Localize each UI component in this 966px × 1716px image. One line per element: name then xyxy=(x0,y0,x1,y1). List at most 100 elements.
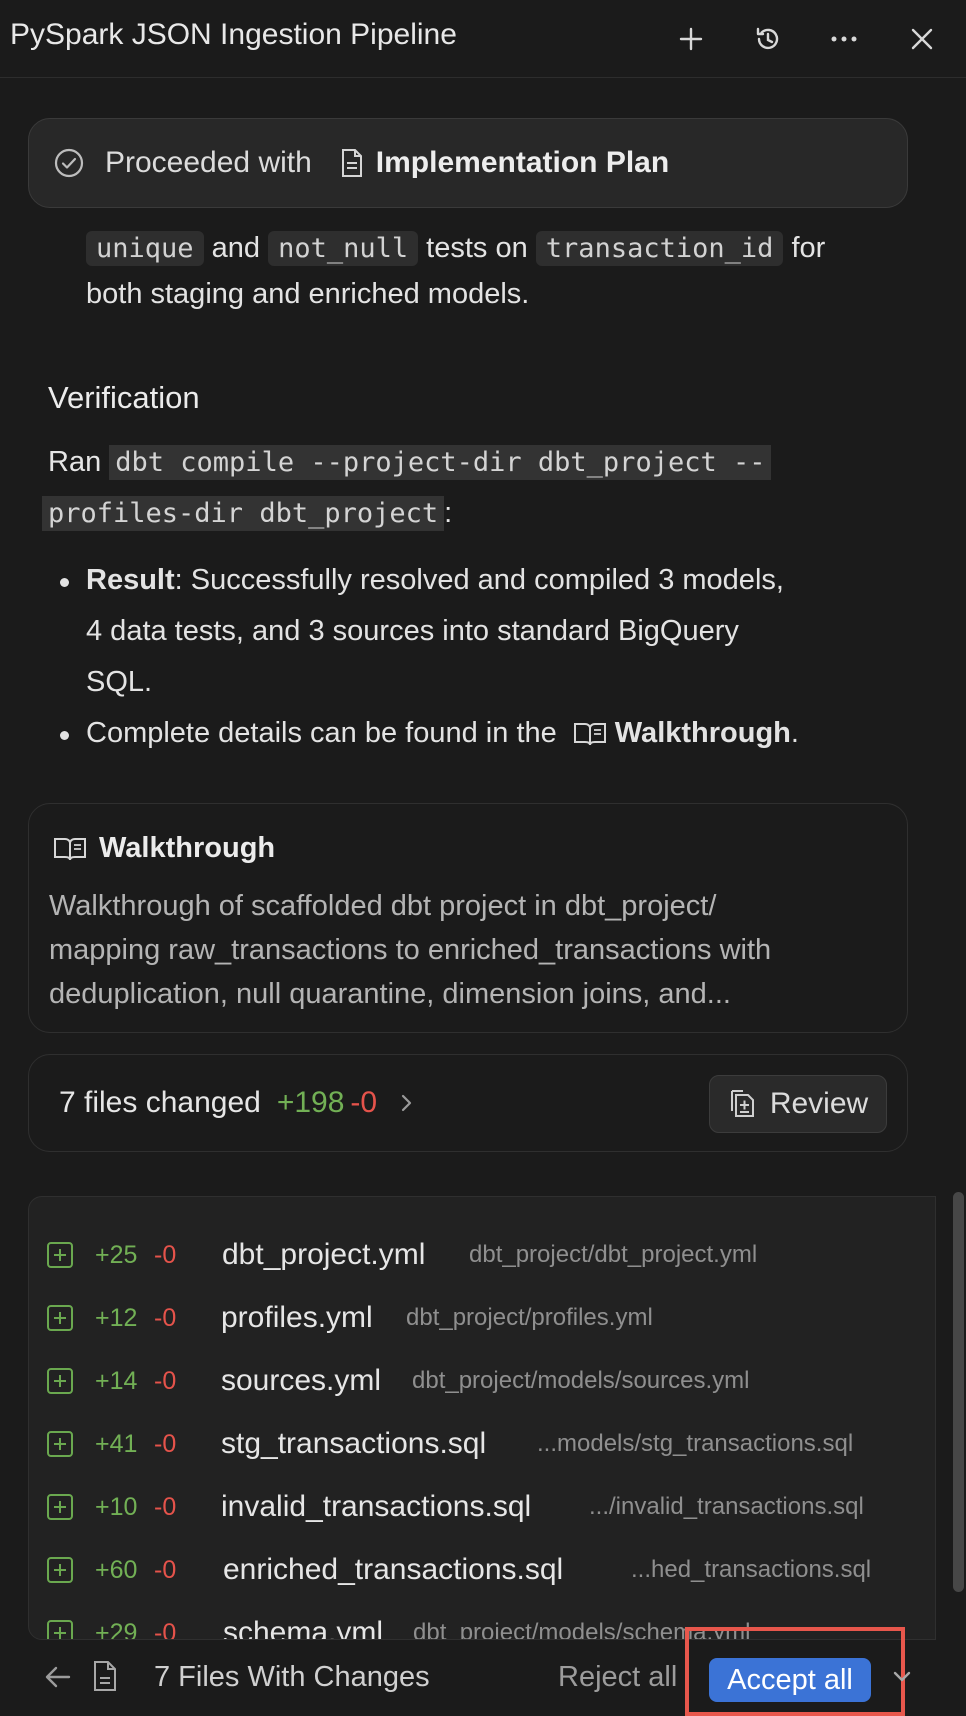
inline-code: not_null xyxy=(268,231,419,266)
reject-all-button[interactable]: Reject all xyxy=(558,1661,677,1694)
check-circle-icon xyxy=(53,147,85,179)
file-lines-added: +12 xyxy=(95,1303,138,1332)
file-path: dbt_project/dbt_project.yml xyxy=(469,1241,758,1268)
files-changed-bar: 7 files changed +198 -0 Review xyxy=(28,1054,908,1152)
scrollbar-thumb[interactable] xyxy=(953,1192,964,1592)
file-row[interactable]: +10 -0 invalid_transactions.sql .../inva… xyxy=(29,1482,935,1532)
walkthrough-card-header: Walkthrough xyxy=(53,832,275,865)
result-line-2: 4 data tests, and 3 sources into standar… xyxy=(86,615,739,647)
proceeded-text: Proceeded with xyxy=(105,146,312,179)
proceeded-with-banner: Proceeded with Implementation Plan xyxy=(28,118,908,208)
file-lines-removed: -0 xyxy=(154,1366,177,1395)
file-name: profiles.yml xyxy=(221,1301,373,1334)
lines-added: +198 xyxy=(276,1086,345,1119)
title-bar: PySpark JSON Ingestion Pipeline xyxy=(0,0,966,78)
file-added-icon xyxy=(47,1494,73,1520)
more-horizontal-icon[interactable] xyxy=(825,20,863,58)
walkthrough-description: mapping raw_transactions to enriched_tra… xyxy=(49,934,772,966)
tests-description-line2: both staging and enriched models. xyxy=(86,278,530,310)
command-code: profiles-dir dbt_project xyxy=(42,496,445,531)
files-changed-summary[interactable]: 7 files changed +198 -0 xyxy=(59,1086,413,1120)
review-button[interactable]: Review xyxy=(709,1075,887,1133)
file-name: schema.yml xyxy=(223,1616,384,1640)
text-fragment: Complete details can be found in the xyxy=(86,717,557,749)
history-icon[interactable] xyxy=(749,20,787,58)
walkthrough-card[interactable]: Walkthrough Walkthrough of scaffolded db… xyxy=(28,803,908,1033)
file-name: sources.yml xyxy=(221,1364,382,1397)
review-label: Review xyxy=(769,1087,869,1120)
file-added-icon xyxy=(47,1305,73,1331)
chevron-down-icon[interactable] xyxy=(893,1671,911,1683)
result-label: Result xyxy=(86,564,175,596)
text-fragment: Ran xyxy=(48,446,102,478)
file-row[interactable]: +12 -0 profiles.yml dbt_project/profiles… xyxy=(29,1293,935,1343)
file-icon xyxy=(92,1660,118,1692)
file-row[interactable]: +25 -0 dbt_project.yml dbt_project/dbt_p… xyxy=(29,1230,935,1280)
walkthrough-link[interactable]: Walkthrough xyxy=(615,717,791,750)
inline-code: unique xyxy=(86,231,204,266)
file-lines-added: +14 xyxy=(95,1366,138,1395)
inline-code: transaction_id xyxy=(535,231,784,266)
walkthrough-card-title: Walkthrough xyxy=(99,832,276,864)
file-name: enriched_transactions.sql xyxy=(223,1553,564,1586)
file-name: dbt_project.yml xyxy=(222,1238,426,1271)
result-line-3: SQL. xyxy=(86,666,153,698)
chevron-right-icon xyxy=(401,1093,413,1113)
file-lines-removed: -0 xyxy=(154,1303,177,1332)
command-code: dbt compile --project-dir dbt_project -- xyxy=(109,445,772,480)
file-row[interactable]: +41 -0 stg_transactions.sql ...models/st… xyxy=(29,1419,935,1469)
file-path: dbt_project/models/sources.yml xyxy=(412,1367,750,1394)
file-lines-added: +25 xyxy=(95,1240,138,1269)
bullet-dot xyxy=(60,578,69,587)
implementation-plan-link[interactable]: Implementation Plan xyxy=(376,146,669,180)
walkthrough-description: Walkthrough of scaffolded dbt project in… xyxy=(49,890,717,922)
lines-removed: -0 xyxy=(350,1086,378,1119)
file-lines-added: +10 xyxy=(95,1492,138,1521)
file-row[interactable]: +14 -0 sources.yml dbt_project/models/so… xyxy=(29,1356,935,1406)
files-with-changes-label[interactable]: 7 Files With Changes xyxy=(154,1661,430,1694)
file-lines-removed: -0 xyxy=(154,1555,177,1584)
file-lines-added: +41 xyxy=(95,1429,138,1458)
files-changed-count: 7 files changed xyxy=(59,1086,261,1119)
close-icon[interactable] xyxy=(903,20,941,58)
document-icon xyxy=(340,148,364,178)
accept-all-button[interactable]: Accept all xyxy=(709,1658,871,1702)
arrow-left-icon[interactable] xyxy=(44,1664,72,1690)
review-copy-icon xyxy=(728,1089,756,1119)
ran-line-continued: profiles-dir dbt_project: xyxy=(42,492,453,535)
book-icon xyxy=(573,721,607,747)
text-fragment: : xyxy=(444,497,453,529)
text-fragment: and xyxy=(211,232,260,264)
file-lines-removed: -0 xyxy=(154,1429,177,1458)
tests-description: unique and not_null tests on transaction… xyxy=(86,227,825,270)
file-path: ...hed_transactions.sql xyxy=(631,1556,872,1583)
text-fragment: : Successfully resolved and compiled 3 m… xyxy=(174,564,784,596)
bullet-dot xyxy=(60,731,69,740)
text-fragment: . xyxy=(790,717,799,749)
file-added-icon xyxy=(47,1431,73,1457)
file-added-icon xyxy=(47,1242,73,1268)
plus-icon[interactable] xyxy=(672,20,710,58)
file-path: dbt_project/profiles.yml xyxy=(406,1304,653,1331)
file-name: invalid_transactions.sql xyxy=(221,1490,532,1523)
file-lines-added: +60 xyxy=(95,1555,138,1584)
file-lines-removed: -0 xyxy=(154,1240,177,1269)
text-fragment: tests on xyxy=(426,232,528,264)
details-line: Complete details can be found in the Wal… xyxy=(86,717,799,750)
result-line-1: Result: Successfully resolved and compil… xyxy=(86,564,784,597)
file-name: stg_transactions.sql xyxy=(221,1427,487,1460)
walkthrough-description: deduplication, null quarantine, dimensio… xyxy=(49,978,731,1010)
file-row[interactable]: +60 -0 enriched_transactions.sql ...hed_… xyxy=(29,1545,935,1595)
file-path: ...models/stg_transactions.sql xyxy=(537,1430,854,1457)
file-added-icon xyxy=(47,1620,73,1639)
text-fragment: for xyxy=(791,232,826,264)
file-added-icon xyxy=(47,1368,73,1394)
panel-title: PySpark JSON Ingestion Pipeline xyxy=(10,18,457,51)
ran-line: Ran dbt compile --project-dir dbt_projec… xyxy=(48,441,772,484)
verification-heading: Verification xyxy=(48,380,200,415)
changed-files-list: +25 -0 dbt_project.yml dbt_project/dbt_p… xyxy=(28,1196,936,1640)
file-path: .../invalid_transactions.sql xyxy=(589,1493,864,1520)
book-icon xyxy=(53,836,87,862)
file-added-icon xyxy=(47,1557,73,1583)
file-lines-added: +29 xyxy=(95,1618,138,1640)
